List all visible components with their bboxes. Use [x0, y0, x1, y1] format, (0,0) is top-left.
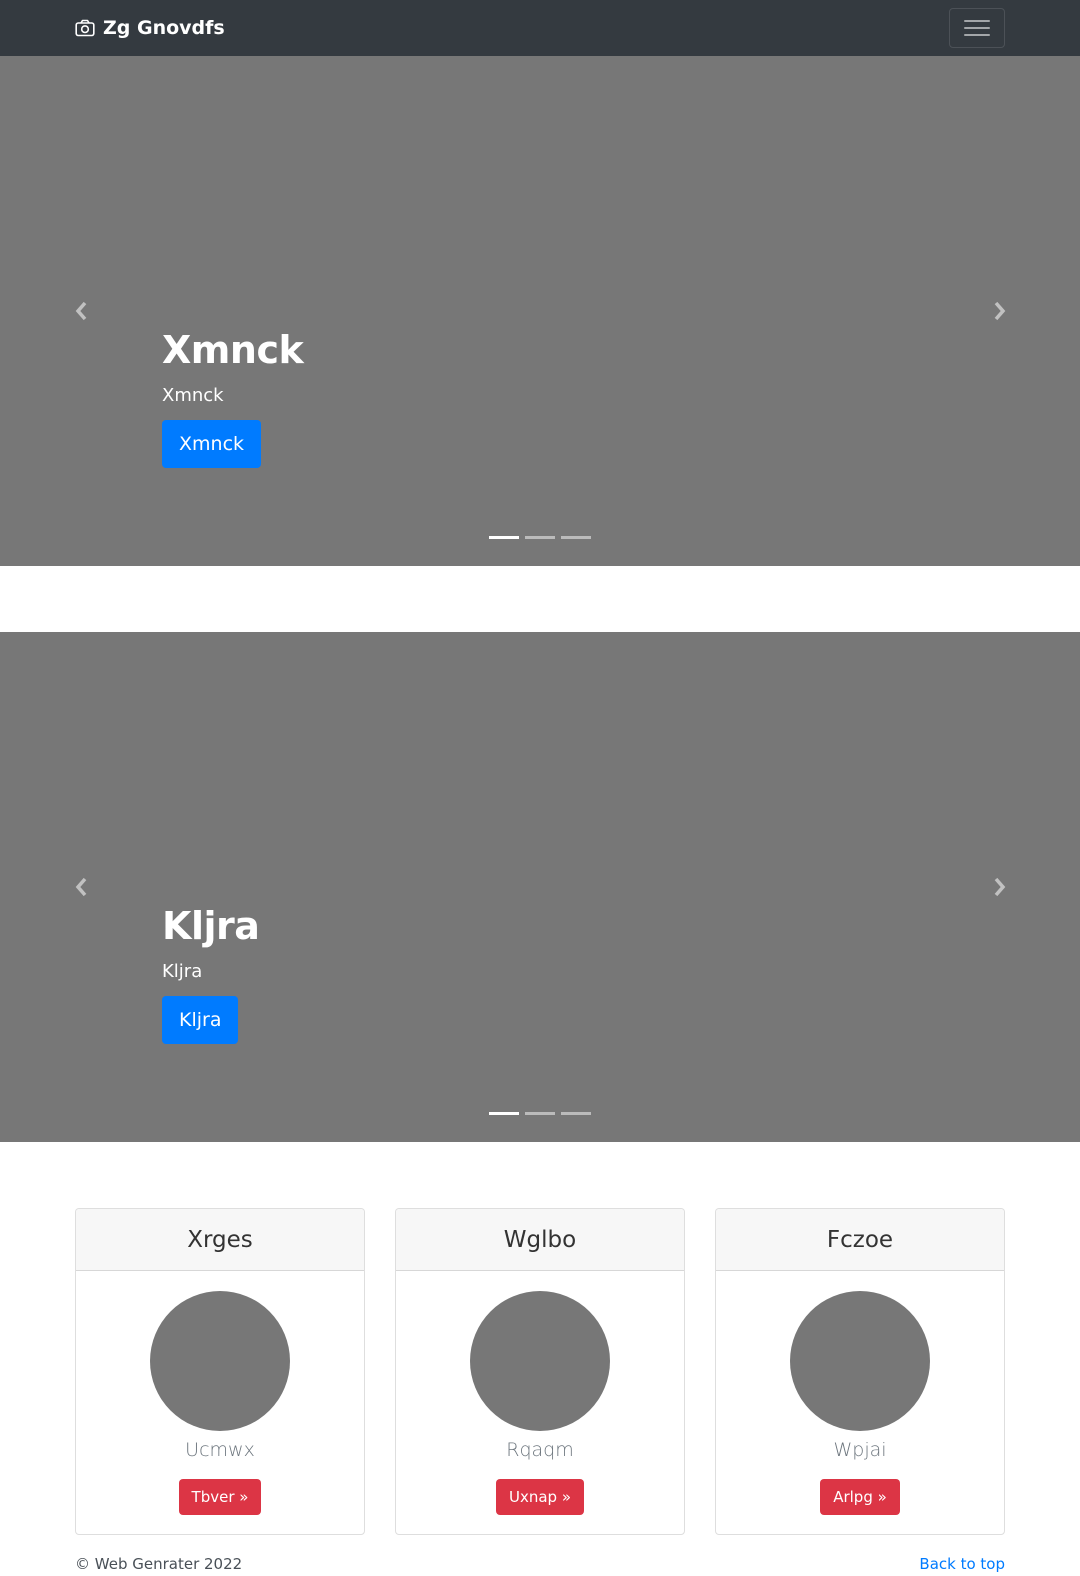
card: Xrges Ucmwx Tbver » [75, 1208, 365, 1535]
carousel-title: Kljra [162, 904, 260, 948]
carousel-title: Xmnck [162, 328, 304, 372]
card: Fczoe Wpjai Arlpg » [715, 1208, 1005, 1535]
card-body: Rqaqm Uxnap » [396, 1271, 684, 1515]
carousel-indicator-2[interactable] [525, 536, 555, 539]
card-body: Wpjai Arlpg » [716, 1271, 1004, 1515]
camera-icon [75, 19, 95, 37]
card-action-button[interactable]: Uxnap » [495, 1479, 585, 1515]
carousel-caption: Xmnck Xmnck Xmnck [162, 328, 304, 468]
card-subtitle: Rqaqm [506, 1439, 574, 1461]
carousel-indicator-1[interactable] [489, 536, 519, 539]
carousel-indicators [489, 1112, 591, 1115]
copyright-text: © Web Genrater 2022 [75, 1555, 243, 1573]
carousel-prev-button[interactable] [70, 872, 94, 902]
top-navbar: Zg Gnovdfs [0, 0, 1080, 56]
chevron-right-icon [994, 301, 1006, 321]
card-deck: Xrges Ucmwx Tbver » Wglbo Rqaqm Uxnap » … [75, 1208, 1005, 1535]
card-action-button[interactable]: Arlpg » [820, 1479, 900, 1515]
carousel-indicator-3[interactable] [561, 1112, 591, 1115]
chevron-left-icon [75, 301, 87, 321]
chevron-left-icon [75, 877, 87, 897]
carousel-next-button[interactable] [987, 872, 1011, 902]
carousel-indicators [489, 536, 591, 539]
page-footer: © Web Genrater 2022 Back to top [75, 1553, 1005, 1575]
card-header: Wglbo [396, 1209, 684, 1271]
card-subtitle: Wpjai [833, 1439, 887, 1461]
brand-link[interactable]: Zg Gnovdfs [75, 16, 225, 40]
card-header: Fczoe [716, 1209, 1004, 1271]
carousel-cta-button[interactable]: Xmnck [162, 420, 262, 468]
card-subtitle: Ucmwx [185, 1439, 255, 1461]
carousel-caption: Kljra Kljra Kljra [162, 904, 260, 1044]
carousel-subtitle: Kljra [162, 961, 203, 982]
hamburger-menu-icon [964, 18, 990, 38]
avatar-placeholder [150, 1291, 290, 1431]
carousel-indicator-1[interactable] [489, 1112, 519, 1115]
navbar-toggler-button[interactable] [949, 8, 1005, 48]
carousel-indicator-2[interactable] [525, 1112, 555, 1115]
carousel-cta-button[interactable]: Kljra [162, 996, 239, 1044]
carousel-subtitle: Xmnck [162, 385, 224, 406]
carousel-prev-button[interactable] [70, 296, 94, 326]
card: Wglbo Rqaqm Uxnap » [395, 1208, 685, 1535]
carousel-1: Xmnck Xmnck Xmnck [0, 56, 1080, 566]
card-body: Ucmwx Tbver » [76, 1271, 364, 1515]
chevron-right-icon [994, 877, 1006, 897]
avatar-placeholder [470, 1291, 610, 1431]
card-action-button[interactable]: Tbver » [178, 1479, 262, 1515]
card-header: Xrges [76, 1209, 364, 1271]
carousel-next-button[interactable] [987, 296, 1011, 326]
avatar-placeholder [790, 1291, 930, 1431]
back-to-top-link[interactable]: Back to top [919, 1555, 1005, 1573]
carousel-indicator-3[interactable] [561, 536, 591, 539]
carousel-2: Kljra Kljra Kljra [0, 632, 1080, 1142]
brand-name: Zg Gnovdfs [103, 17, 225, 39]
